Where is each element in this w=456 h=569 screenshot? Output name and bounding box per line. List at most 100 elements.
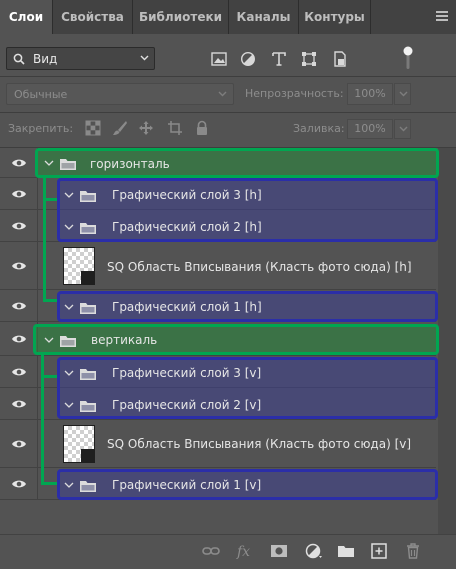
folder-icon <box>60 159 76 170</box>
visibility-toggle[interactable] <box>0 242 38 289</box>
chevron-down-icon[interactable] <box>64 304 74 311</box>
chevron-down-icon[interactable] <box>44 337 54 344</box>
eye-icon <box>12 302 26 310</box>
lock-image-pixels-icon[interactable] <box>112 120 128 136</box>
layer-row[interactable]: SQ Область Вписывания (Класть фото сюда)… <box>0 420 436 468</box>
lock-transparent-pixels-icon[interactable] <box>85 120 101 136</box>
adjustment-layer-icon[interactable] <box>303 542 323 560</box>
eye-icon <box>12 222 26 230</box>
tab-properties[interactable]: Свойства <box>53 0 133 34</box>
layer-thumbnail <box>63 247 95 285</box>
divider <box>0 76 456 77</box>
lock-position-icon[interactable] <box>138 120 154 136</box>
visibility-toggle[interactable] <box>0 420 38 467</box>
chevron-down-icon[interactable] <box>64 192 74 199</box>
chevron-down-icon <box>399 126 408 132</box>
chevron-down-icon <box>140 55 149 61</box>
layer-selection-box: Графический слой 1 [h] <box>57 291 438 322</box>
lock-all-icon[interactable] <box>194 120 210 136</box>
smart-object-filter-icon[interactable] <box>331 50 349 68</box>
eye-icon <box>12 262 26 270</box>
layer-selection-box: Графический слой 3 [v] Графический слой … <box>57 357 438 419</box>
eye-icon <box>12 480 26 488</box>
eye-icon <box>12 440 26 448</box>
layer-group-vertical[interactable]: вертикаль <box>33 324 439 355</box>
lock-label: Закрепить: <box>8 122 74 135</box>
delete-layer-icon[interactable] <box>403 542 423 560</box>
link-layers-icon[interactable] <box>201 542 221 560</box>
eye-icon <box>12 190 26 198</box>
chevron-down-icon[interactable] <box>64 402 74 409</box>
visibility-toggle[interactable] <box>0 178 38 209</box>
layer-row[interactable]: SQ Область Вписывания (Класть фото сюда)… <box>0 242 436 290</box>
type-filter-icon[interactable] <box>270 50 288 68</box>
filter-toggle[interactable] <box>403 46 413 70</box>
image-filter-icon[interactable] <box>210 50 228 68</box>
folder-icon <box>80 369 96 380</box>
fill-dropdown[interactable] <box>394 119 411 139</box>
tab-channels[interactable]: Каналы <box>229 0 299 34</box>
layer-name: горизонталь <box>90 157 170 171</box>
adjustment-filter-icon[interactable] <box>239 50 257 68</box>
layer-group-horizontal[interactable]: горизонталь <box>35 148 439 178</box>
tab-layers[interactable]: Слои <box>0 0 53 34</box>
layer-name: SQ Область Вписывания (Класть фото сюда)… <box>107 437 412 451</box>
blend-mode-select[interactable]: Обычные <box>6 83 234 105</box>
layer-name: Графический слой 3 [v] <box>112 366 262 380</box>
opacity-input[interactable]: 100% <box>347 83 393 105</box>
visibility-toggle[interactable] <box>0 290 38 321</box>
layer-name: Графический слой 1 [v] <box>112 478 262 492</box>
layer-selection-box: Графический слой 3 [h] Графический слой … <box>57 178 438 242</box>
visibility-toggle[interactable] <box>0 388 38 419</box>
visibility-toggle[interactable] <box>0 148 38 177</box>
visibility-toggle[interactable] <box>0 210 38 241</box>
folder-icon <box>80 191 96 202</box>
tab-paths[interactable]: Контуры <box>299 0 371 34</box>
layers-panel: Слои Свойства Библиотеки Каналы Контуры … <box>0 0 456 569</box>
new-layer-icon[interactable] <box>369 542 389 560</box>
divider <box>0 112 456 113</box>
lock-artboard-icon[interactable] <box>167 120 183 136</box>
smart-object-badge-icon <box>81 449 94 462</box>
filter-kind-label: Вид <box>33 52 58 66</box>
shape-filter-icon[interactable] <box>300 50 318 68</box>
chevron-down-icon[interactable] <box>64 370 74 377</box>
layer-name: Графический слой 2 [h] <box>112 220 262 234</box>
eye-icon <box>12 400 26 408</box>
blend-mode-value: Обычные <box>14 88 68 101</box>
panel-menu-icon[interactable] <box>436 11 448 21</box>
chevron-down-icon[interactable] <box>64 482 74 489</box>
tab-libraries[interactable]: Библиотеки <box>133 0 229 34</box>
opacity-dropdown[interactable] <box>394 83 411 105</box>
chevron-down-icon <box>218 91 227 97</box>
chevron-down-icon[interactable] <box>44 160 54 167</box>
chevron-down-icon[interactable] <box>64 224 74 231</box>
fill-label: Заливка: <box>293 122 345 135</box>
layers-scrollbar[interactable] <box>438 148 456 534</box>
tree-connector <box>41 353 44 485</box>
folder-icon <box>80 481 96 492</box>
filter-kind-select[interactable]: Вид <box>6 47 155 70</box>
folder-icon <box>80 401 96 412</box>
layer-thumbnail <box>63 425 95 463</box>
layer-selection-box: Графический слой 1 [v] <box>57 469 438 500</box>
layer-name: Графический слой 1 [h] <box>112 300 262 314</box>
layer-name: SQ Область Вписывания (Класть фото сюда)… <box>107 260 412 274</box>
svg-text:fx: fx <box>236 544 250 560</box>
new-group-icon[interactable] <box>336 542 356 560</box>
layer-name: Графический слой 2 [v] <box>112 398 262 412</box>
folder-icon <box>80 223 96 234</box>
add-mask-icon[interactable] <box>269 542 289 560</box>
tree-connector <box>43 176 46 302</box>
folder-icon <box>80 303 96 314</box>
folder-icon <box>60 336 76 347</box>
visibility-toggle[interactable] <box>0 356 38 387</box>
fill-input[interactable]: 100% <box>347 119 393 139</box>
eye-icon <box>12 368 26 376</box>
visibility-toggle[interactable] <box>0 468 38 499</box>
fx-icon[interactable]: fx <box>236 542 256 560</box>
layer-name: вертикаль <box>91 333 158 347</box>
chevron-down-icon <box>399 91 408 97</box>
tab-bar: Слои Свойства Библиотеки Каналы Контуры <box>0 0 456 34</box>
smart-object-badge-icon <box>81 271 94 284</box>
